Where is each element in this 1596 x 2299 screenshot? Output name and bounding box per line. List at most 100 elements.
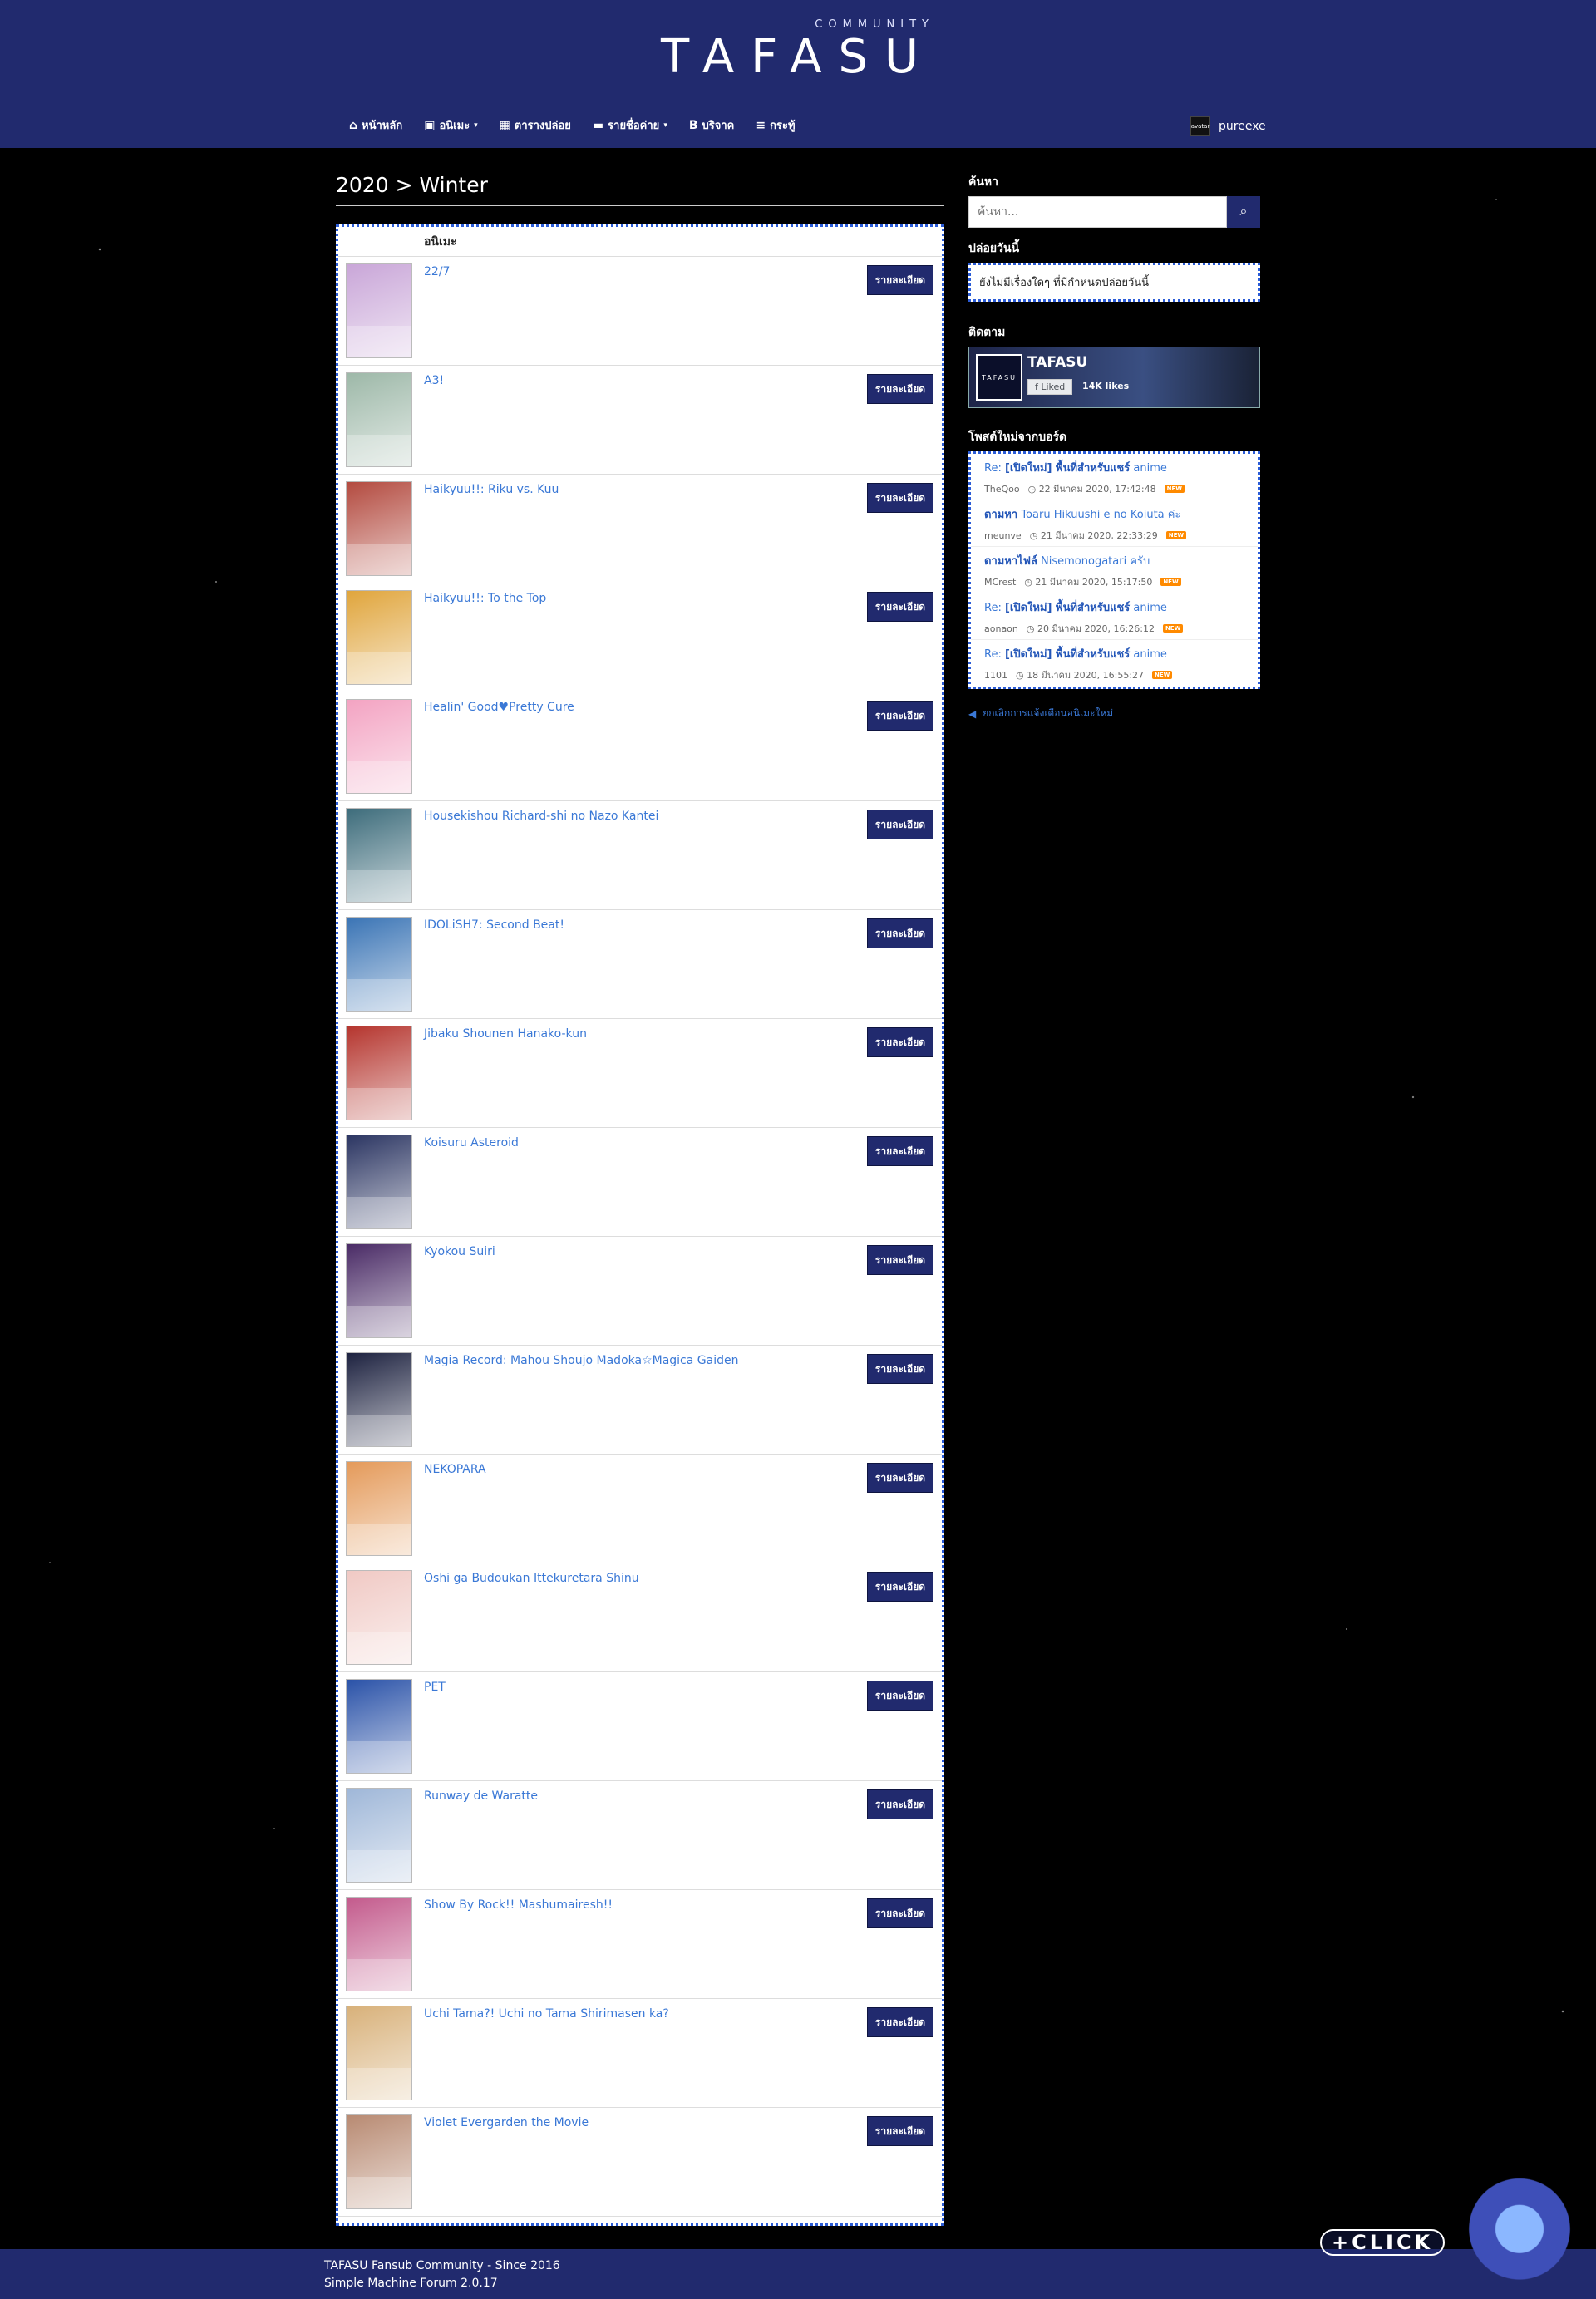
details-button[interactable]: รายละเอียด: [867, 1463, 933, 1493]
facebook-page-logo[interactable]: TAFASU: [976, 354, 1022, 401]
site-logo[interactable]: COMMUNITY TAFASU: [657, 18, 939, 93]
post-item: Re: [เปิดใหม่] พื้นที่สำหรับแชร์ anime ao…: [971, 593, 1258, 640]
details-button[interactable]: รายละเอียด: [867, 1354, 933, 1384]
details-button[interactable]: รายละเอียด: [867, 1245, 933, 1275]
post-author[interactable]: meunve: [984, 530, 1022, 541]
post-author[interactable]: MCrest: [984, 577, 1016, 588]
facebook-like-button[interactable]: f Liked: [1027, 379, 1073, 395]
anime-poster[interactable]: [346, 1135, 412, 1229]
post-title-link[interactable]: ตามหา Toaru Hikuushi e no Koiuta ค่ะ: [984, 505, 1244, 523]
details-button[interactable]: รายละเอียด: [867, 1572, 933, 1602]
nav-item-0[interactable]: ⌂ หน้าหลัก: [349, 116, 402, 134]
details-button[interactable]: รายละเอียด: [867, 810, 933, 839]
post-title-link[interactable]: ตามหาไฟล์ Nisemonogatari ครับ: [984, 552, 1244, 569]
nav-label: รายชื่อค่าย: [608, 120, 660, 132]
anime-poster[interactable]: [346, 1679, 412, 1774]
avatar[interactable]: avatar: [1190, 116, 1210, 136]
anime-poster[interactable]: [346, 1352, 412, 1447]
anime-title-link[interactable]: Jibaku Shounen Hanako-kun: [424, 1027, 587, 1041]
post-date: ◷ 21 มีนาคม 2020, 22:33:29: [1030, 528, 1158, 543]
anime-title-link[interactable]: A3!: [424, 374, 444, 387]
post-author[interactable]: TheQoo: [984, 484, 1020, 495]
details-button[interactable]: รายละเอียด: [867, 1027, 933, 1057]
details-button[interactable]: รายละเอียด: [867, 918, 933, 948]
anime-poster[interactable]: [346, 699, 412, 794]
anime-poster[interactable]: [346, 372, 412, 467]
logo-title: TAFASU: [660, 30, 936, 84]
anime-title-link[interactable]: Runway de Waratte: [424, 1789, 538, 1803]
search-button[interactable]: ⌕: [1227, 196, 1260, 228]
anime-poster[interactable]: [346, 1570, 412, 1665]
facebook-like-count: 14K likes: [1082, 381, 1130, 391]
anime-poster[interactable]: [346, 1897, 412, 1991]
new-badge: NEW: [1162, 624, 1184, 633]
details-button[interactable]: รายละเอียด: [867, 1898, 933, 1928]
details-button[interactable]: รายละเอียด: [867, 1789, 933, 1819]
anime-row: A3! รายละเอียด: [338, 366, 942, 475]
mute-notification-link[interactable]: ◀ ยกเลิกการแจ้งเตือนอนิเมะใหม่: [968, 706, 1260, 721]
anime-title-link[interactable]: Healin' Good♥Pretty Cure: [424, 701, 574, 714]
clock-icon: ◷: [1027, 484, 1039, 495]
nav-item-3[interactable]: ▬ รายชื่อค่าย ▾: [593, 116, 667, 134]
username[interactable]: pureexe: [1219, 120, 1266, 133]
anime-title-link[interactable]: 22/7: [424, 265, 450, 278]
anime-poster[interactable]: [346, 481, 412, 576]
details-button[interactable]: รายละเอียด: [867, 374, 933, 404]
user-menu[interactable]: avatar pureexe: [1190, 116, 1266, 136]
details-button[interactable]: รายละเอียด: [867, 1136, 933, 1166]
anime-title-link[interactable]: Violet Evergarden the Movie: [424, 2116, 589, 2129]
anime-title-link[interactable]: Uchi Tama?! Uchi no Tama Shirimasen ka?: [424, 2007, 669, 2021]
anime-title-link[interactable]: Kyokou Suiri: [424, 1245, 495, 1258]
facebook-page-name[interactable]: TAFASU: [1027, 354, 1087, 371]
click-badge[interactable]: +CLICK: [1320, 2164, 1596, 2299]
details-button[interactable]: รายละเอียด: [867, 1681, 933, 1711]
anime-poster[interactable]: [346, 263, 412, 358]
post-title-rest: anime: [1130, 648, 1167, 661]
nav-label: กระทู้: [770, 120, 796, 132]
facebook-widget[interactable]: TAFASU TAFASU f Liked 14K likes: [968, 347, 1260, 408]
anime-row: Kyokou Suiri รายละเอียด: [338, 1237, 942, 1346]
nav-item-4[interactable]: B บริจาค: [689, 116, 735, 134]
nav-item-2[interactable]: ▦ ตารางปล่อย: [500, 116, 571, 134]
post-title-link[interactable]: Re: [เปิดใหม่] พื้นที่สำหรับแชร์ anime: [984, 598, 1244, 616]
anime-poster[interactable]: [346, 2114, 412, 2209]
post-title-link[interactable]: Re: [เปิดใหม่] พื้นที่สำหรับแชร์ anime: [984, 645, 1244, 662]
anime-title-link[interactable]: Haikyuu!!: To the Top: [424, 592, 546, 605]
anime-row: Show By Rock!! Mashumairesh!! รายละเอียด: [338, 1890, 942, 1999]
anime-poster[interactable]: [346, 2006, 412, 2100]
search-input[interactable]: [968, 196, 1227, 228]
post-author[interactable]: aonaon: [984, 623, 1018, 634]
details-button[interactable]: รายละเอียด: [867, 483, 933, 513]
anime-poster[interactable]: [346, 1243, 412, 1338]
click-badge-label[interactable]: +CLICK: [1320, 2229, 1446, 2256]
clock-icon: ◷: [1029, 530, 1041, 541]
details-button[interactable]: รายละเอียด: [867, 265, 933, 295]
clock-icon: ◷: [1026, 623, 1037, 634]
folder-icon: ▬: [592, 118, 604, 132]
details-button[interactable]: รายละเอียด: [867, 592, 933, 622]
anime-poster[interactable]: [346, 1461, 412, 1556]
anime-title-link[interactable]: Oshi ga Budoukan Ittekuretara Shinu: [424, 1572, 639, 1585]
nav-item-1[interactable]: ▣ อนิเมะ ▾: [424, 116, 477, 134]
bitcoin-icon: B: [688, 118, 698, 132]
anime-poster[interactable]: [346, 590, 412, 685]
anime-title-link[interactable]: Magia Record: Mahou Shoujo Madoka☆Magica…: [424, 1354, 738, 1367]
details-button[interactable]: รายละเอียด: [867, 701, 933, 731]
anime-title-link[interactable]: Show By Rock!! Mashumairesh!!: [424, 1898, 613, 1912]
anime-poster[interactable]: [346, 917, 412, 1012]
post-author[interactable]: 1101: [984, 670, 1007, 681]
anime-title-link[interactable]: Haikyuu!!: Riku vs. Kuu: [424, 483, 559, 496]
anime-title-link[interactable]: PET: [424, 1681, 446, 1694]
post-title-link[interactable]: Re: [เปิดใหม่] พื้นที่สำหรับแชร์ anime: [984, 459, 1244, 476]
details-button[interactable]: รายละเอียด: [867, 2007, 933, 2037]
details-button[interactable]: รายละเอียด: [867, 2116, 933, 2146]
anime-title-link[interactable]: IDOLiSH7: Second Beat!: [424, 918, 564, 932]
anime-poster[interactable]: [346, 1788, 412, 1883]
anime-title-link[interactable]: Koisuru Asteroid: [424, 1136, 519, 1150]
nav-item-5[interactable]: ≡ กระทู้: [756, 116, 795, 134]
anime-title-link[interactable]: NEKOPARA: [424, 1463, 486, 1476]
anime-title-link[interactable]: Housekishou Richard-shi no Nazo Kantei: [424, 810, 658, 823]
anime-poster[interactable]: [346, 808, 412, 903]
anime-poster[interactable]: [346, 1026, 412, 1120]
anime-row: Haikyuu!!: To the Top รายละเอียด: [338, 583, 942, 692]
